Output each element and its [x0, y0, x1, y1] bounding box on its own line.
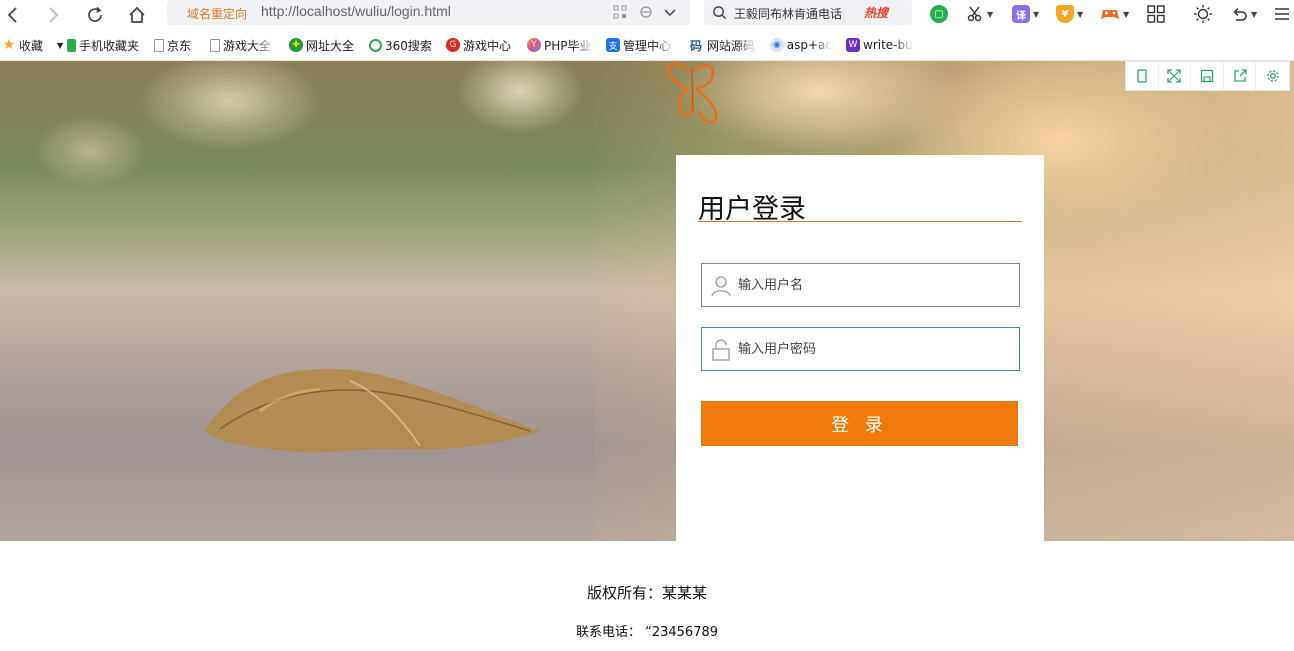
bookmark-label: 京东 [167, 38, 192, 53]
chevron-down-icon[interactable] [662, 4, 678, 20]
password-input[interactable] [738, 328, 1008, 370]
title-underline [698, 221, 1022, 222]
chevron-down-icon[interactable]: ▼ [57, 41, 63, 50]
search-box[interactable]: 王毅同布林肯通电话 热搜 [704, 0, 912, 25]
alipay-icon: 支 [606, 38, 620, 52]
bookmark-write[interactable]: W write-bu [846, 37, 914, 53]
bookmark-source[interactable]: 码 网站源码 [688, 37, 758, 53]
copyright-text: 版权所有：某某某 [586, 584, 707, 602]
bookmark-admin[interactable]: 支 管理中心 [606, 37, 676, 53]
user-icon [711, 276, 731, 297]
write-icon: W [846, 38, 860, 52]
bookmark-games[interactable]: 游戏大全 [210, 37, 276, 53]
search-icon [713, 6, 727, 20]
page-icon [154, 38, 164, 52]
save-icon[interactable] [1191, 62, 1224, 90]
forward-icon[interactable] [40, 2, 66, 28]
bookmark-game-center[interactable]: G 游戏中心 [446, 37, 511, 53]
phone-icon [67, 38, 76, 52]
ie-mode-icon[interactable] [638, 4, 654, 20]
gamepad-icon[interactable]: ▼ [1100, 4, 1129, 24]
qr-code-icon[interactable] [612, 4, 628, 20]
share-icon[interactable] [1224, 62, 1257, 90]
gear-icon[interactable] [1256, 62, 1289, 90]
back-icon[interactable] [0, 2, 26, 28]
bookmark-favorites[interactable]: ★ 收藏 ▼ [2, 37, 63, 53]
redirect-label: 域名重定向 [187, 7, 248, 21]
search-suggestion[interactable]: 王毅同布林肯通电话 [734, 5, 842, 22]
bookmark-label: 网站源码 [707, 38, 756, 53]
shield-extension-icon[interactable]: ¥ ▼ [1056, 4, 1083, 24]
apps-grid-icon[interactable] [1147, 4, 1165, 24]
star-icon: ★ [2, 37, 16, 53]
code-icon: 码 [689, 38, 702, 53]
so-icon [369, 38, 382, 52]
bookmark-mobile[interactable]: 手机收藏夹 [67, 37, 139, 53]
bookmark-label: asp+ac [786, 38, 832, 52]
hot-search-label[interactable]: 热搜 [864, 4, 888, 21]
php-icon: Y [527, 38, 541, 52]
scissors-icon[interactable]: ▼ [966, 4, 993, 24]
game-center-icon: G [446, 38, 460, 52]
hero-background [0, 61, 1294, 541]
contact-phone: 联系电话： “23456789 [575, 625, 719, 640]
bookmark-label: PHP毕业 [544, 38, 592, 53]
undo-icon[interactable]: ▼ [1230, 4, 1257, 24]
bookmark-label: 手机收藏夹 [79, 38, 140, 53]
reload-icon[interactable] [82, 2, 108, 28]
bookmark-label: 游戏中心 [463, 38, 512, 53]
bookmark-asp[interactable]: ◉ asp+ac [770, 37, 832, 53]
login-panel: 用户登录 登 录 [676, 155, 1044, 541]
bookmark-hao123[interactable]: ✚ 网址大全 [289, 37, 354, 53]
page-tools [1125, 61, 1290, 91]
bookmark-360so[interactable]: 360搜索 [369, 37, 432, 53]
bookmark-label: 网址大全 [306, 38, 355, 53]
bookmark-label: 游戏大全 [223, 38, 272, 53]
browser-toolbar: 域名重定向 http://localhost/wuliu/login.html … [0, 0, 1294, 30]
page-icon [210, 38, 220, 52]
home-icon[interactable] [124, 2, 150, 28]
bookmark-php[interactable]: Y PHP毕业 [527, 37, 595, 53]
bookmark-jd[interactable]: 京东 [154, 37, 191, 53]
hao123-icon: ✚ [289, 38, 303, 52]
chat-extension-icon[interactable]: ▢ [930, 4, 948, 24]
bookmark-label: write-bu [863, 38, 913, 52]
menu-icon[interactable] [1274, 4, 1290, 24]
bookmark-label: 收藏 [19, 38, 44, 53]
brightness-icon[interactable] [1193, 4, 1213, 24]
password-field[interactable] [701, 327, 1020, 371]
fullscreen-icon[interactable] [1159, 62, 1192, 90]
username-field[interactable] [701, 263, 1020, 307]
address-bar[interactable]: 域名重定向 http://localhost/wuliu/login.html [167, 0, 690, 25]
url-text[interactable]: http://localhost/wuliu/login.html [261, 3, 451, 19]
bookmark-label: 管理中心 [623, 38, 672, 53]
translate-icon[interactable]: 译 ▼ [1012, 4, 1039, 24]
username-input[interactable] [738, 264, 1008, 306]
butterfly-logo-icon [666, 62, 718, 124]
bookmarks-bar: ★ 收藏 ▼ 手机收藏夹 京东 游戏大全 ✚ 网址大全 360搜索 G 游戏中心… [0, 31, 1294, 61]
phone-view-icon[interactable] [1126, 62, 1159, 90]
bookmark-label: 360搜索 [385, 38, 432, 53]
leaf-illustration [205, 368, 540, 453]
login-button[interactable]: 登 录 [701, 401, 1018, 446]
lock-icon [712, 339, 730, 361]
globe-icon: ◉ [770, 38, 784, 52]
